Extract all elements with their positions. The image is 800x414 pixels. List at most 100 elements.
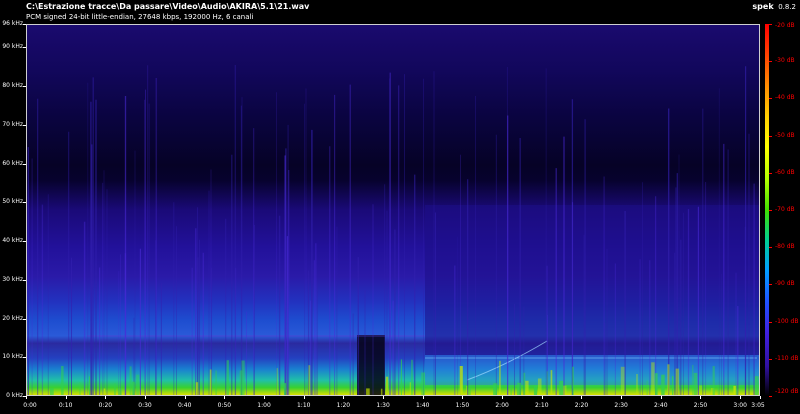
time-tick-label: 2:30 xyxy=(614,402,628,409)
time-tick-mark xyxy=(621,396,622,399)
file-path: C:\Estrazione tracce\Da passare\Video\Au… xyxy=(26,2,310,11)
frequency-tick-mark xyxy=(23,86,26,87)
low-frequency-burst xyxy=(712,366,715,395)
time-tick-label: 1:00 xyxy=(257,402,271,409)
low-frequency-burst xyxy=(525,380,529,395)
low-frequency-burst xyxy=(89,376,90,395)
time-tick-mark xyxy=(66,396,67,399)
low-frequency-burst xyxy=(226,360,229,395)
low-frequency-burst xyxy=(517,382,521,395)
time-tick-mark xyxy=(661,396,662,399)
spectrogram-plot[interactable] xyxy=(26,24,760,396)
frequency-tick-mark xyxy=(23,125,26,126)
low-frequency-burst xyxy=(215,370,217,395)
colorbar-tick-label: -100 dB xyxy=(775,317,799,325)
time-tick-mark xyxy=(343,396,344,399)
colorbar-tick-mark xyxy=(769,61,772,62)
time-tick-mark xyxy=(760,396,761,399)
low-frequency-burst xyxy=(693,372,698,395)
colorbar-tick-label: -60 dB xyxy=(775,168,795,176)
time-tick-mark xyxy=(581,396,582,399)
time-tick-mark xyxy=(264,396,265,399)
low-frequency-burst xyxy=(717,384,720,395)
time-tick-mark xyxy=(542,396,543,399)
colorbar-tick-label: -90 dB xyxy=(775,280,795,288)
colorbar-tick-label: -110 dB xyxy=(775,354,799,362)
frequency-tick-label: 0 kHz xyxy=(6,392,23,399)
low-frequency-burst xyxy=(118,388,122,395)
colorbar-tick-label: -80 dB xyxy=(775,243,795,251)
time-tick-label: 2:00 xyxy=(495,402,509,409)
colorbar-tick-mark xyxy=(769,396,772,397)
colorbar-tick-label: -50 dB xyxy=(775,131,795,139)
low-frequency-burst xyxy=(620,366,625,395)
low-frequency-burst xyxy=(366,388,370,395)
time-tick-mark xyxy=(383,396,384,399)
colorbar-tick-mark xyxy=(769,136,772,137)
low-frequency-burst xyxy=(79,382,81,395)
low-frequency-burst xyxy=(400,359,402,395)
low-frequency-burst xyxy=(672,376,674,395)
low-frequency-burst xyxy=(533,385,538,395)
low-frequency-burst xyxy=(667,364,670,395)
low-frequency-burst xyxy=(61,366,64,395)
low-frequency-burst xyxy=(421,372,425,395)
colorbar-tick-label: -20 dB xyxy=(775,22,795,29)
low-frequency-burst xyxy=(129,366,132,395)
time-tick-mark xyxy=(700,396,701,399)
low-frequency-burst xyxy=(699,385,703,395)
low-frequency-burst xyxy=(510,386,512,395)
frequency-tick-label: 50 kHz xyxy=(2,198,23,206)
time-tick-label: 0:10 xyxy=(58,402,73,409)
time-tick-mark xyxy=(423,396,424,399)
low-frequency-burst xyxy=(136,374,140,395)
colorbar-tick-mark xyxy=(769,98,772,99)
low-frequency-burst xyxy=(733,385,736,395)
colorbar-tick-mark xyxy=(769,24,772,25)
time-tick-mark xyxy=(502,396,503,399)
colorbar-tick-mark xyxy=(769,284,772,285)
frequency-tick-mark xyxy=(23,319,26,320)
time-tick-label: 0:50 xyxy=(217,402,232,409)
time-tick-mark xyxy=(105,396,106,399)
low-frequency-burst xyxy=(132,381,135,395)
time-tick-mark xyxy=(304,396,305,399)
frequency-tick-label: 60 kHz xyxy=(2,159,23,167)
spectrogram-window: C:\Estrazione tracce\Da passare\Video\Au… xyxy=(0,0,800,414)
colorbar-tick-label: -40 dB xyxy=(775,94,795,102)
time-tick-label: 1:20 xyxy=(336,402,351,409)
frequency-tick-label: 70 kHz xyxy=(2,120,23,128)
file-info: PCM signed 24-bit little-endian, 27648 k… xyxy=(26,13,254,21)
time-tick-mark xyxy=(740,396,741,399)
time-tick-mark xyxy=(224,396,225,399)
time-tick-mark xyxy=(185,396,186,399)
low-frequency-burst xyxy=(308,365,311,395)
colorbar-tick-mark xyxy=(769,359,772,360)
low-frequency-burst xyxy=(651,362,655,395)
low-frequency-burst xyxy=(49,388,54,395)
low-frequency-burst xyxy=(754,376,759,395)
time-tick-label: 2:20 xyxy=(574,402,589,409)
colorbar-tick-mark xyxy=(769,247,772,248)
colorbar-tick-label: -30 dB xyxy=(775,57,795,65)
frequency-tick-label: 90 kHz xyxy=(2,43,23,51)
frequency-tick-mark xyxy=(23,164,26,165)
low-frequency-burst xyxy=(209,369,212,395)
frequency-tick-mark xyxy=(23,280,26,281)
quiet-region xyxy=(357,335,385,395)
low-frequency-burst xyxy=(523,372,526,395)
low-frequency-burst xyxy=(239,370,243,395)
low-frequency-burst xyxy=(114,383,116,395)
time-tick-label: 3:00 xyxy=(733,402,747,409)
time-tick-label: 2:40 xyxy=(654,402,668,409)
time-tick-label: 0:30 xyxy=(138,402,152,409)
colorbar-tick-mark xyxy=(769,210,772,211)
time-tick-mark xyxy=(462,396,463,399)
low-frequency-burst xyxy=(537,378,542,395)
time-tick-label: 3:05 xyxy=(751,402,765,409)
low-frequency-burst xyxy=(466,385,468,395)
low-frequency-burst xyxy=(636,374,638,395)
frequency-tick-label: 20 kHz xyxy=(2,314,23,322)
frequency-tick-mark xyxy=(23,241,26,242)
low-frequency-burst xyxy=(276,368,278,395)
